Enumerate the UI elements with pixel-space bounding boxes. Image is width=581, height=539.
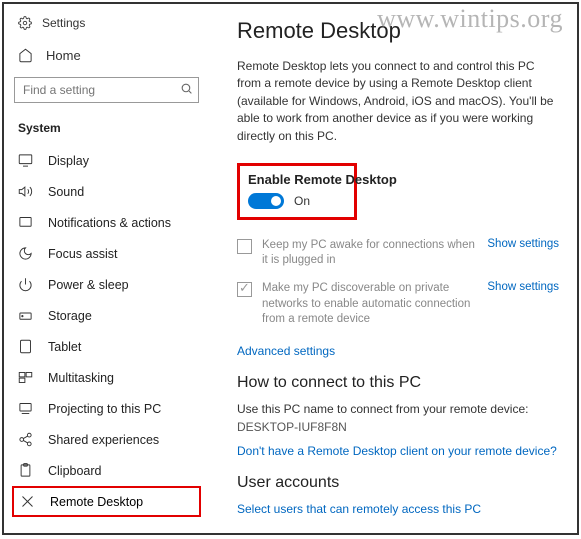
search-input[interactable]	[14, 77, 199, 103]
settings-header: Settings	[4, 12, 209, 40]
storage-icon	[18, 308, 34, 323]
content-pane: Remote Desktop Remote Desktop lets you c…	[209, 4, 577, 533]
sidebar-item-label: Notifications & actions	[48, 216, 171, 230]
page-description: Remote Desktop lets you connect to and c…	[237, 58, 559, 145]
accounts-title: User accounts	[237, 474, 559, 492]
sidebar-item-label: Power & sleep	[48, 278, 129, 292]
search-container	[14, 77, 199, 103]
select-users-link[interactable]: Select users that can remotely access th…	[237, 502, 559, 516]
pc-name: DESKTOP-IUF8F8N	[237, 420, 559, 434]
toggle-state: On	[294, 194, 310, 208]
show-settings-link-2[interactable]: Show settings	[487, 281, 559, 328]
shared-icon	[18, 432, 34, 447]
notifications-icon	[18, 215, 34, 230]
discoverable-checkbox[interactable]	[237, 282, 252, 297]
sidebar-item-focus[interactable]: Focus assist	[4, 238, 209, 269]
discoverable-label: Make my PC discoverable on private netwo…	[262, 281, 487, 328]
sidebar-item-multitasking[interactable]: Multitasking	[4, 362, 209, 393]
no-client-link[interactable]: Don't have a Remote Desktop client on yo…	[237, 444, 559, 458]
sidebar-item-power[interactable]: Power & sleep	[4, 269, 209, 300]
keep-awake-label: Keep my PC awake for connections when it…	[262, 238, 487, 269]
show-settings-link-1[interactable]: Show settings	[487, 238, 559, 269]
sound-icon	[18, 184, 34, 199]
sidebar-item-label: Multitasking	[48, 371, 114, 385]
enable-remote-desktop-section: Enable Remote Desktop On	[237, 163, 357, 220]
remote-desktop-icon	[20, 494, 36, 509]
connect-description: Use this PC name to connect from your re…	[237, 402, 559, 416]
settings-icon	[18, 16, 32, 30]
display-icon	[18, 153, 34, 168]
sidebar-item-remote-desktop[interactable]: Remote Desktop	[12, 486, 201, 517]
power-icon	[18, 277, 34, 292]
focus-icon	[18, 246, 34, 261]
sidebar-item-label: Projecting to this PC	[48, 402, 161, 416]
sidebar-item-storage[interactable]: Storage	[4, 300, 209, 331]
sidebar-item-label: Clipboard	[48, 464, 102, 478]
advanced-settings-link[interactable]: Advanced settings	[237, 344, 559, 358]
enable-toggle[interactable]	[248, 193, 284, 209]
sidebar-item-projecting[interactable]: Projecting to this PC	[4, 393, 209, 424]
sidebar-item-label: Display	[48, 154, 89, 168]
tablet-icon	[18, 339, 34, 354]
clipboard-icon	[18, 463, 34, 478]
section-title: System	[4, 113, 209, 145]
sidebar-item-display[interactable]: Display	[4, 145, 209, 176]
projecting-icon	[18, 401, 34, 416]
sidebar-item-label: Remote Desktop	[50, 495, 143, 509]
connect-title: How to connect to this PC	[237, 374, 559, 392]
sidebar-item-label: Shared experiences	[48, 433, 159, 447]
sidebar-item-sound[interactable]: Sound	[4, 176, 209, 207]
home-label: Home	[46, 48, 81, 63]
sidebar-item-notifications[interactable]: Notifications & actions	[4, 207, 209, 238]
sidebar-item-clipboard[interactable]: Clipboard	[4, 455, 209, 486]
sidebar-item-shared[interactable]: Shared experiences	[4, 424, 209, 455]
home-item[interactable]: Home	[4, 40, 209, 71]
keep-awake-checkbox[interactable]	[237, 239, 252, 254]
sidebar-item-label: Focus assist	[48, 247, 117, 261]
sidebar: Settings Home System Display Sound Notif…	[4, 4, 209, 533]
page-title: Remote Desktop	[237, 18, 559, 44]
settings-label: Settings	[42, 16, 85, 30]
sidebar-item-label: Storage	[48, 309, 92, 323]
search-icon	[180, 82, 193, 95]
sidebar-item-label: Sound	[48, 185, 84, 199]
sidebar-item-tablet[interactable]: Tablet	[4, 331, 209, 362]
home-icon	[18, 48, 34, 63]
sidebar-item-label: Tablet	[48, 340, 81, 354]
enable-title: Enable Remote Desktop	[248, 172, 344, 187]
multitasking-icon	[18, 370, 34, 385]
